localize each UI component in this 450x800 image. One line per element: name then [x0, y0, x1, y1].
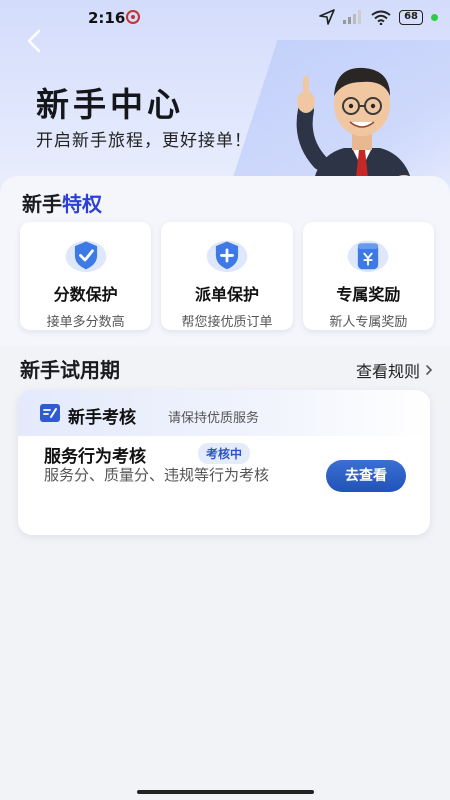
location-icon — [319, 9, 335, 25]
shield-plus-icon — [206, 240, 248, 273]
status-bar: 2:16 68 — [0, 0, 450, 36]
edit-document-icon — [40, 404, 60, 422]
exam-name: 新手考核 — [68, 408, 136, 428]
perk-desc: 帮您接优质订单 — [181, 315, 273, 330]
signal-icon — [343, 10, 362, 24]
perk-desc: 接单多分数高 — [46, 315, 125, 330]
privileges-title-accent: 特权 — [62, 192, 102, 216]
perk-title: 派单保护 — [194, 285, 259, 304]
view-rules-label: 查看规则 — [355, 362, 420, 381]
exam-hint: 请保持优质服务 — [168, 411, 260, 426]
home-indicator[interactable] — [137, 790, 314, 794]
perk-card-score-protection[interactable]: 分数保护 接单多分数高 — [20, 222, 152, 330]
page-subtitle: 开启新手旅程，更好接单！ — [36, 131, 252, 151]
privileges-title-prefix: 新手 — [22, 192, 62, 216]
yuan-jar-icon — [347, 240, 389, 273]
privacy-indicator-icon — [431, 13, 438, 21]
status-badge: 考核中 — [198, 443, 251, 464]
trial-title: 新手试用期 — [20, 358, 120, 382]
notification-icon — [126, 10, 140, 24]
battery-icon: 68 — [399, 9, 423, 25]
shield-check-icon — [65, 240, 107, 273]
perk-title: 分数保护 — [53, 285, 118, 304]
perk-desc: 新人专属奖励 — [329, 315, 408, 330]
chevron-right-icon — [426, 365, 433, 375]
privileges-title: 新手特权 — [22, 188, 102, 217]
view-exam-button[interactable]: 去查看 — [326, 460, 406, 492]
perk-card-dispatch-protection[interactable]: 派单保护 帮您接优质订单 — [161, 222, 293, 330]
trial-section-header: 新手试用期 查看规则 — [20, 354, 434, 384]
exam-description: 服务分、质量分、违规等行为考核 — [44, 466, 270, 484]
back-arrow-icon[interactable] — [20, 26, 50, 56]
view-rules-link[interactable]: 查看规则 — [356, 358, 434, 382]
page-title: 新手中心 — [36, 85, 184, 124]
wifi-icon — [371, 10, 391, 25]
status-time: 2:16 — [88, 9, 126, 27]
perk-title: 专属奖励 — [336, 285, 401, 304]
perk-card-exclusive-reward[interactable]: 专属奖励 新人专属奖励 — [302, 222, 434, 330]
mascot-illustration — [296, 67, 415, 194]
novice-exam-card: 新手考核 请保持优质服务 服务行为考核 考核中 服务分、质量分、违规等行为考核 … — [18, 390, 430, 535]
privileges-section: 新手特权 分数保护 接单多分数高 派单保护 帮您接优质订单 专属奖励 新人专属奖… — [0, 176, 450, 346]
